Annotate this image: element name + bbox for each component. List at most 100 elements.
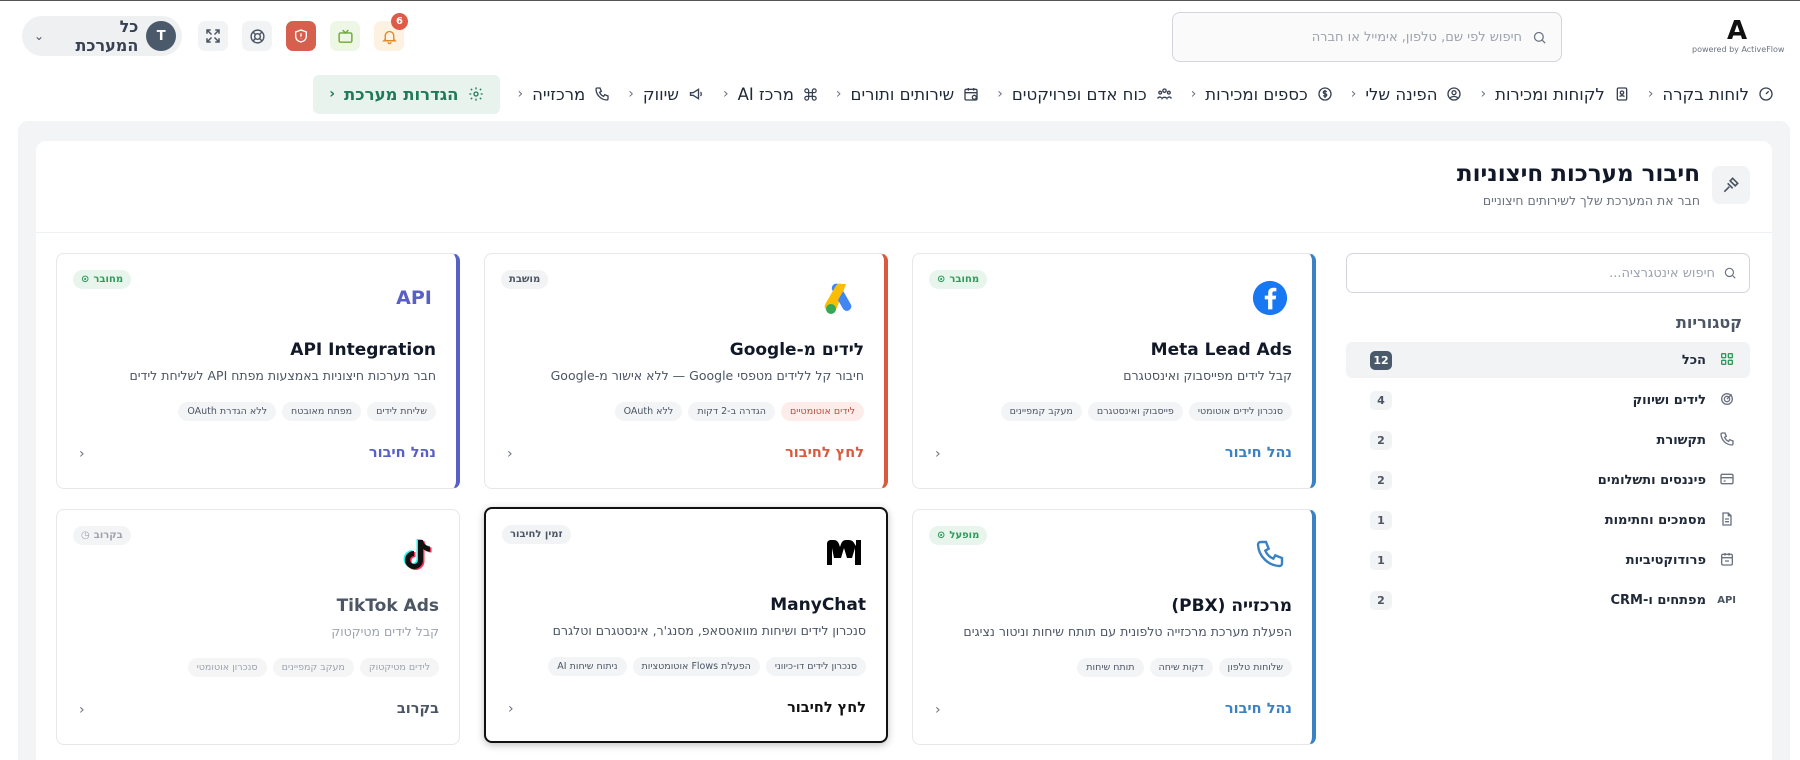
category-documents[interactable]: מסמכים וחתימות 1 (1346, 502, 1750, 538)
support-button[interactable] (242, 21, 272, 51)
tag: ללא הגדרת OAuth (178, 402, 277, 421)
tv-button[interactable] (330, 21, 360, 51)
card-description: הפעלת מערכת מרכזייה טלפונית עם תותח שיחו… (963, 624, 1292, 639)
notifications-button[interactable]: 6 (374, 13, 408, 51)
target-icon (1718, 391, 1736, 410)
top-bar: A powered by ActiveFlow חיפוש לפי שם, טל… (0, 1, 1800, 71)
status-badge: מושבת (501, 270, 549, 289)
status-badge: מחובר ⊙ (929, 270, 988, 289)
document-icon (1718, 511, 1736, 530)
integration-search-input[interactable]: חיפוש אינטגרציה... (1346, 253, 1750, 293)
category-count: 2 (1370, 470, 1392, 490)
tag: ניתוח שיחות AI (548, 657, 627, 676)
categories-heading: קטגוריות (1675, 313, 1742, 332)
global-search-input[interactable]: חיפוש לפי שם, טלפון, אימייל או חברה (1172, 12, 1562, 62)
check-circle-icon: ⊙ (81, 274, 90, 285)
page-title: חיבור מערכות חיצוניות (1456, 161, 1700, 187)
tag: הגדרה ב-2 דקות (688, 402, 775, 421)
manage-connection-link[interactable]: נהל חיבור (1225, 701, 1292, 717)
categories-sidebar: חיפוש אינטגרציה... קטגוריות הכל 12 לידים… (1346, 253, 1750, 622)
card-tags: לידים אוטומטיים הגדרה ב-2 דקות ללא OAuth (614, 402, 864, 421)
nav-item-ai-center[interactable]: מרכז AI ‹ (723, 85, 818, 104)
nav-label: מרכזייה (532, 84, 586, 104)
integration-card-api[interactable]: מחובר ⊙ API API Integration חבר מערכות חי… (56, 253, 460, 489)
tag: ללא OAuth (614, 402, 683, 421)
category-leads-marketing[interactable]: לידים ושיווק 4 (1346, 382, 1750, 418)
phone-icon (1718, 431, 1736, 450)
status-badge: מחובר ⊙ (73, 270, 132, 289)
integration-card-pbx[interactable]: מופעל ⊙ מרכזייה (PBX) הפעלת מערכת מרכזייה… (912, 509, 1316, 745)
nav-item-pbx[interactable]: מרכזייה ‹ (518, 85, 611, 104)
category-label: לידים ושיווק (1632, 392, 1706, 408)
status-badge: בקרוב ◷ (73, 526, 131, 545)
manage-connection-link[interactable]: נהל חיבור (369, 445, 436, 461)
chevron-left-icon: ‹ (79, 702, 85, 718)
tag: לידים אוטומטיים (780, 402, 864, 421)
search-icon (1533, 31, 1546, 44)
main-nav: לוחות בקרה ‹ לקוחות ומכירות ‹ הפינה שלי … (313, 73, 1774, 115)
clock-icon: ◷ (81, 530, 90, 541)
card-title: TikTok Ads (336, 596, 439, 616)
tag: מעקב קמפיינים (1000, 402, 1082, 421)
bell-icon (381, 30, 397, 44)
nav-label: כספים ומכירות (1205, 84, 1308, 104)
chevron-left-icon: ‹ (722, 86, 729, 102)
integration-card-tiktok[interactable]: בקרוב ◷ TikTok Ads קבל לידים מטיקטוק לידי… (56, 509, 460, 745)
nav-label: כוח אדם ופרויקטים (1011, 84, 1147, 104)
tag: דקות שיחה (1149, 658, 1213, 677)
manychat-icon (822, 531, 866, 575)
fullscreen-button[interactable] (198, 21, 228, 51)
nav-label: הגדרות מערכת (344, 84, 459, 104)
card-title: מרכזייה (PBX) (1171, 596, 1292, 616)
nav-item-services-queues[interactable]: שירותים ותורים ‹ (836, 85, 979, 104)
grid-icon (1718, 351, 1736, 370)
category-label: פיננסים ותשלומים (1597, 472, 1706, 488)
status-badge: מופעל ⊙ (929, 526, 988, 545)
category-all[interactable]: הכל 12 (1346, 342, 1750, 378)
command-icon (804, 87, 817, 101)
connect-link[interactable]: לחץ לחיבור (787, 700, 866, 716)
plug-icon (1712, 166, 1750, 204)
status-badge: זמין לחיבור (502, 525, 571, 544)
category-developers-crm[interactable]: API מפתחים ו-CRM 2 (1346, 582, 1750, 618)
phone-icon (1248, 532, 1292, 576)
nav-item-my-corner[interactable]: הפינה שלי ‹ (1351, 85, 1463, 104)
connect-link[interactable]: לחץ לחיבור (785, 445, 864, 461)
category-communication[interactable]: תקשורת 2 (1346, 422, 1750, 458)
integration-card-google[interactable]: מושבת לידים מ-Google חיבור קל ללידים מטפ… (484, 253, 888, 489)
card-description: קבל לידים מפייסבוק ואינסטגרם (1123, 368, 1292, 383)
global-search-placeholder: חיפוש לפי שם, טלפון, אימייל או חברה (1311, 29, 1522, 45)
integration-card-meta[interactable]: מחובר ⊙ Meta Lead Ads קבל לידים מפייסבוק … (912, 253, 1316, 489)
chevron-left-icon: ‹ (835, 86, 842, 102)
nav-label: שירותים ותורים (850, 84, 955, 104)
nav-item-dashboards[interactable]: לוחות בקרה ‹ (1648, 85, 1774, 104)
nav-item-customers-sales[interactable]: לקוחות ומכירות ‹ (1480, 85, 1629, 104)
category-productivity[interactable]: פרודוקטיביות 1 (1346, 542, 1750, 578)
user-circle-icon (1447, 87, 1462, 101)
integration-card-manychat[interactable]: זמין לחיבור ManyChat סנכרון לידים ושיחות… (484, 507, 888, 743)
security-button[interactable] (286, 21, 316, 51)
card-description: סנכרון לידים ושיחות מוואטסאפ, מסנג'ר, אי… (552, 623, 866, 638)
category-finance[interactable]: פיננסים ותשלומים 2 (1346, 462, 1750, 498)
card-tags: שליחת לידים מפתח מאובטח ללא הגדרת OAuth (178, 402, 436, 421)
shield-icon (295, 29, 307, 43)
nav-item-finance-sales[interactable]: כספים ומכירות ‹ (1191, 85, 1333, 104)
nav-label: שיווק (642, 84, 679, 104)
chevron-left-icon: ‹ (1350, 86, 1357, 102)
chevron-left-icon: ‹ (507, 446, 513, 462)
manage-connection-link[interactable]: נהל חיבור (1225, 445, 1292, 461)
system-selector-label: כל המערכת (75, 17, 139, 55)
category-label: תקשורת (1656, 432, 1706, 448)
integrations-panel: חיבור מערכות חיצוניות חבר את המערכת שלך … (36, 141, 1772, 760)
nav-item-hr-projects[interactable]: כוח אדם ופרויקטים ‹ (997, 85, 1172, 104)
category-label: הכל (1681, 352, 1706, 368)
chevron-left-icon: ‹ (997, 86, 1003, 102)
system-selector-dropdown[interactable]: T כל המערכת ⌄ (22, 16, 182, 56)
tag: סנכרון לידים דו-כיווני (765, 657, 866, 676)
card-title: לידים מ-Google (729, 340, 864, 360)
nav-item-system-settings[interactable]: הגדרות מערכת ‹ (313, 74, 500, 114)
lifebuoy-icon (249, 28, 265, 44)
brand[interactable]: A powered by ActiveFlow (1692, 17, 1784, 54)
nav-label: מרכז AI (737, 84, 794, 104)
nav-item-marketing[interactable]: שיווק ‹ (628, 85, 705, 104)
